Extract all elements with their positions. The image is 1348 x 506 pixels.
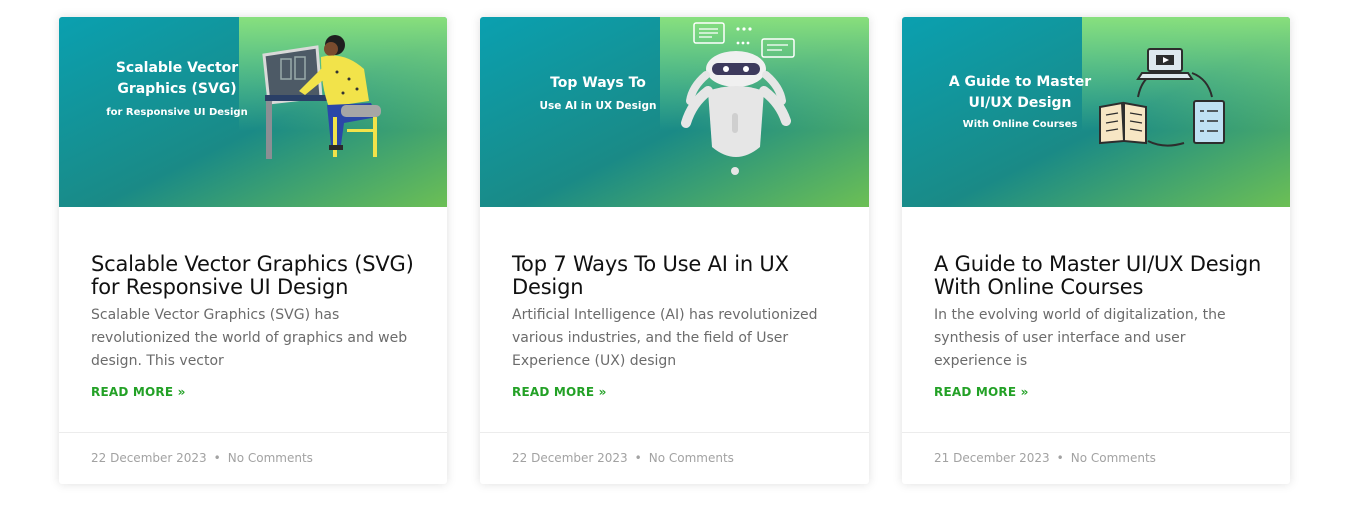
post-content: A Guide to Master UI/UX Design With Onli… (934, 253, 1262, 400)
post-excerpt: Scalable Vector Graphics (SVG) has revol… (91, 307, 408, 369)
post-thumbnail[interactable]: Scalable Vector Graphics (SVG) for Respo… (59, 17, 447, 207)
post-meta: 22 December 2023 • No Comments (480, 432, 869, 484)
post-date: 22 December 2023 (91, 451, 207, 465)
post-meta: 22 December 2023 • No Comments (59, 432, 447, 484)
post-thumbnail[interactable]: Top Ways To Use AI in UX Design (480, 17, 869, 207)
post-meta: 21 December 2023 • No Comments (902, 432, 1290, 484)
post-date: 21 December 2023 (934, 451, 1050, 465)
banner-line3: With Online Courses (963, 119, 1078, 130)
banner-line3: for Responsive UI Design (106, 107, 247, 118)
post-content: Scalable Vector Graphics (SVG) for Respo… (91, 253, 419, 400)
post-title[interactable]: Top 7 Ways To Use AI in UX Design (512, 253, 841, 299)
post-comments: No Comments (227, 451, 313, 465)
post-card[interactable]: A Guide to Master UI/UX Design With Onli… (902, 17, 1290, 484)
banner-line2: Use AI in UX Design (540, 100, 657, 112)
meta-separator: • (1056, 451, 1064, 465)
post-title[interactable]: Scalable Vector Graphics (SVG) for Respo… (91, 253, 419, 299)
banner-line2: UI/UX Design (969, 95, 1072, 111)
meta-separator: • (634, 451, 642, 465)
banner-line1: Scalable Vector (116, 60, 238, 76)
post-title[interactable]: A Guide to Master UI/UX Design With Onli… (934, 253, 1262, 299)
posts-grid: Scalable Vector Graphics (SVG) for Respo… (59, 17, 1291, 484)
read-more-link[interactable]: READ MORE » (934, 385, 1029, 399)
read-more-link[interactable]: READ MORE » (512, 385, 607, 399)
read-more-link[interactable]: READ MORE » (91, 385, 186, 399)
meta-separator: • (213, 451, 221, 465)
post-comments: No Comments (1070, 451, 1156, 465)
banner-line1: Top Ways To (550, 75, 646, 91)
banner-line1: A Guide to Master (949, 74, 1091, 90)
post-excerpt: In the evolving world of digitalization,… (934, 307, 1226, 369)
post-card[interactable]: Top Ways To Use AI in UX Design Top 7 Wa… (480, 17, 869, 484)
banner-line2: Graphics (SVG) (117, 81, 236, 97)
post-date: 22 December 2023 (512, 451, 628, 465)
post-thumbnail[interactable]: A Guide to Master UI/UX Design With Onli… (902, 17, 1290, 207)
post-content: Top 7 Ways To Use AI in UX Design Artifi… (512, 253, 841, 400)
post-comments: No Comments (648, 451, 734, 465)
post-excerpt: Artificial Intelligence (AI) has revolut… (512, 307, 818, 369)
post-card[interactable]: Scalable Vector Graphics (SVG) for Respo… (59, 17, 447, 484)
